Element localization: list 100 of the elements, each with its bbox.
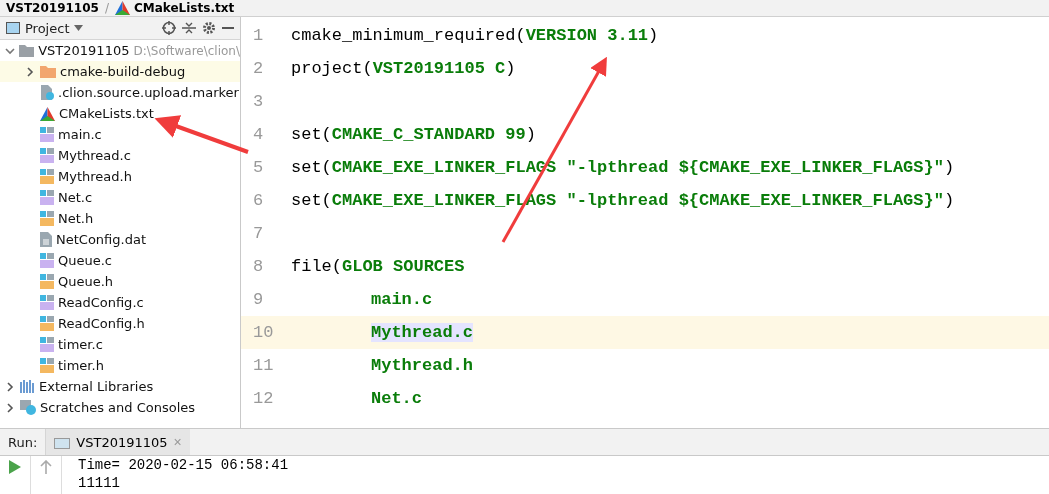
h-file-icon: [40, 211, 54, 226]
tree-item[interactable]: Queue.h: [0, 271, 240, 292]
c-file-icon: [40, 253, 54, 268]
tree-item-label: Mythread.h: [58, 169, 132, 184]
tree-item[interactable]: Queue.c: [0, 250, 240, 271]
code-token: ): [648, 26, 659, 45]
tree-item-label: ReadConfig.c: [58, 295, 144, 310]
code-token: ): [505, 59, 516, 78]
c-file-icon: [40, 190, 54, 205]
tree-item-label: Mythread.c: [58, 148, 131, 163]
code-token: Mythread.h: [371, 356, 474, 375]
tree-item[interactable]: cmake-build-debug: [0, 61, 240, 82]
code-token: VST20191105 C: [372, 59, 506, 78]
settings-icon[interactable]: [202, 21, 216, 35]
tree-item[interactable]: CMakeLists.txt: [0, 103, 240, 124]
tree-item[interactable]: Mythread.c: [0, 145, 240, 166]
c-file-icon: [40, 127, 54, 142]
play-icon[interactable]: [9, 460, 21, 474]
tree-item[interactable]: .clion.source.upload.marker: [0, 82, 240, 103]
c-file-icon: [40, 337, 54, 352]
code-token: ): [943, 158, 955, 177]
breadcrumb-item[interactable]: VST20191105: [6, 1, 99, 15]
tree-item[interactable]: VST20191105 D:\Software\clion\: [0, 40, 240, 61]
breadcrumb-item[interactable]: CMakeLists.txt: [114, 1, 235, 15]
line-number: 10: [252, 323, 275, 342]
line-number: 5: [252, 158, 265, 177]
code-token: cmake_minimum_required(: [291, 26, 526, 45]
h-file-icon: [40, 274, 54, 289]
code-token: CMAKE_C_STANDARD 99: [331, 125, 526, 144]
tree-item-label: .clion.source.upload.marker: [58, 85, 239, 100]
tree-item-label: cmake-build-debug: [60, 64, 186, 79]
tree-item[interactable]: Scratches and Consoles: [0, 397, 240, 418]
line-number: 12: [252, 389, 275, 408]
tree-item[interactable]: External Libraries: [0, 376, 240, 397]
code-token: set(: [291, 158, 332, 177]
chevron-right-icon[interactable]: [5, 381, 15, 392]
tree-item-label: Queue.h: [58, 274, 114, 289]
tree-item-label: Queue.c: [58, 253, 112, 268]
tree-item[interactable]: timer.c: [0, 334, 240, 355]
library-icon: [20, 380, 35, 393]
tree-item-label: External Libraries: [39, 379, 154, 394]
tree-item[interactable]: Net.h: [0, 208, 240, 229]
line-number: 9: [252, 290, 265, 309]
window-icon: [54, 435, 71, 449]
code-token: VERSION 3.11: [525, 26, 649, 45]
text-file-icon: [40, 232, 52, 247]
code-token: set(: [291, 191, 332, 210]
tree-item-label: main.c: [58, 127, 102, 142]
tree-item-label: Net.h: [58, 211, 94, 226]
code-token: main.c: [371, 290, 433, 309]
code-token: file(: [291, 257, 342, 276]
code-token: ): [525, 125, 536, 144]
code-token: set(: [291, 125, 332, 144]
c-file-icon: [40, 295, 54, 310]
crosshair-icon[interactable]: [162, 21, 176, 35]
h-file-icon: [40, 358, 54, 373]
project-path: D:\Software\clion\: [133, 43, 240, 58]
tree-item-label: CMakeLists.txt: [59, 106, 154, 121]
tree-item[interactable]: ReadConfig.h: [0, 313, 240, 334]
h-file-icon: [40, 169, 54, 184]
line-number: 11: [252, 356, 275, 375]
line-number: 3: [252, 92, 265, 111]
tree-item[interactable]: timer.h: [0, 355, 240, 376]
folder-icon: [19, 44, 35, 57]
chevron-right-icon[interactable]: [25, 66, 35, 77]
tree-item-label: VST20191105: [38, 43, 130, 58]
caret-icon: [74, 25, 84, 31]
window-icon: [6, 22, 20, 34]
run-tab[interactable]: VST20191105 ×: [45, 429, 190, 455]
breadcrumb-separator: /: [104, 1, 109, 15]
run-tab-label: VST20191105: [76, 434, 168, 450]
tree-item-label: Scratches and Consoles: [40, 400, 196, 415]
tree-item-label: NetConfig.dat: [56, 232, 146, 247]
code-token: project(: [291, 59, 373, 78]
tree-item-label: timer.h: [58, 358, 104, 373]
line-number: 8: [252, 257, 265, 276]
run-label: Run:: [7, 434, 39, 450]
chevron-down-icon[interactable]: [4, 45, 15, 56]
code-token: Mythread.c: [371, 323, 474, 342]
tree-item-label: timer.c: [58, 337, 103, 352]
folder-icon: [40, 65, 56, 78]
line-number: 2: [252, 59, 265, 78]
line-number: 4: [252, 125, 265, 144]
triangle-logo-icon: [40, 106, 55, 121]
tree-item[interactable]: Mythread.h: [0, 166, 240, 187]
line-number: 7: [252, 224, 265, 243]
h-file-icon: [40, 316, 54, 331]
triangle-logo-icon: [114, 1, 130, 15]
tree-item-label: ReadConfig.h: [58, 316, 145, 331]
tree-item[interactable]: ReadConfig.c: [0, 292, 240, 313]
scratch-icon: [20, 400, 36, 415]
tree-item[interactable]: Net.c: [0, 187, 240, 208]
code-token: Net.c: [371, 389, 422, 408]
tree-item-label: Net.c: [58, 190, 93, 205]
tree-item[interactable]: main.c: [0, 124, 240, 145]
collapse-icon[interactable]: [182, 21, 196, 35]
tree-item[interactable]: NetConfig.dat: [0, 229, 240, 250]
unknown-file-icon: [40, 85, 54, 100]
chevron-right-icon[interactable]: [5, 402, 15, 413]
c-file-icon: [40, 148, 54, 163]
